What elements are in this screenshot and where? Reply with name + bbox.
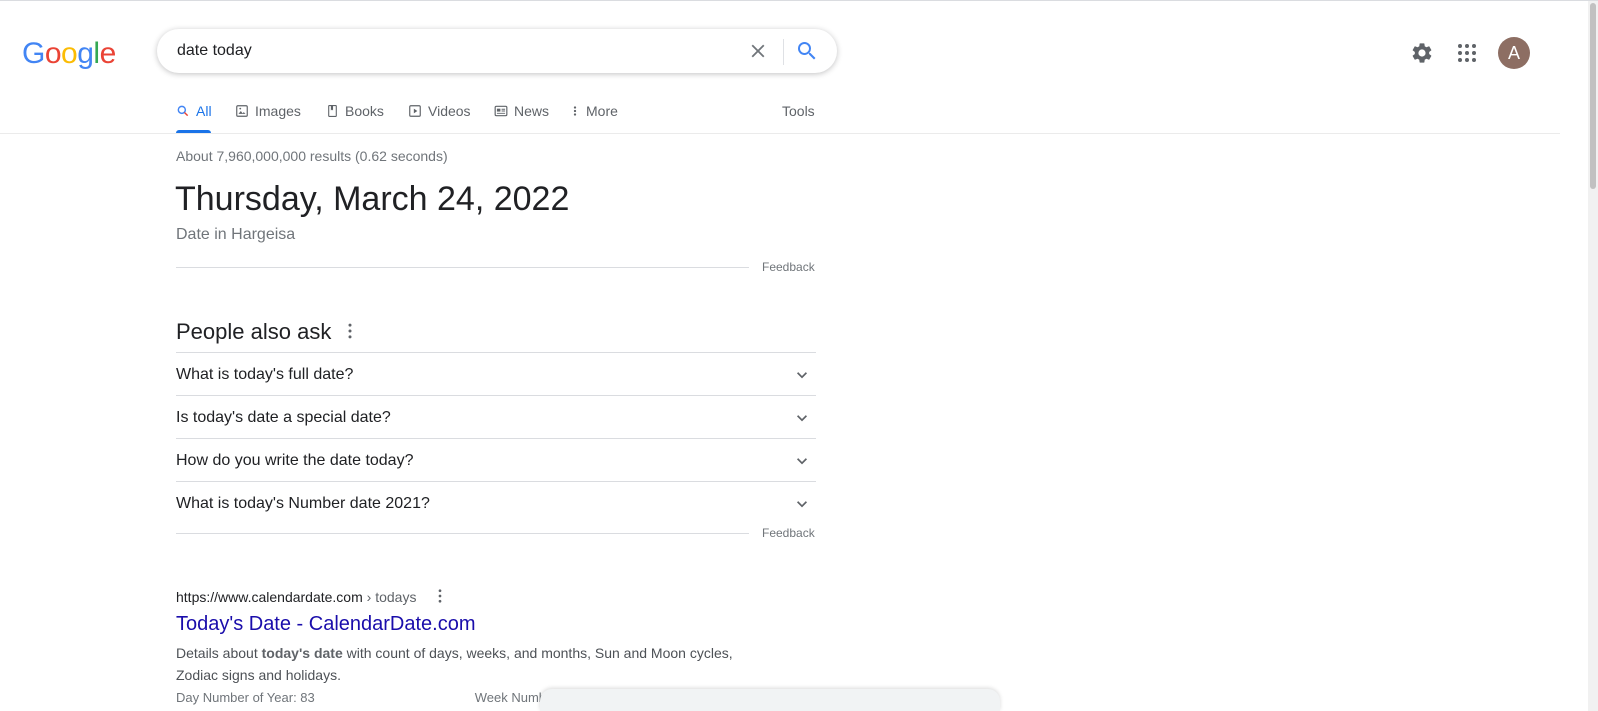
tab-videos[interactable]: Videos [408,103,471,119]
search-icon [177,105,189,117]
paa-question[interactable]: Is today's date a special date? [176,395,816,439]
logo-letter: g [77,37,94,70]
divider [176,267,749,268]
image-icon [236,105,248,117]
result-title-link[interactable]: Today's Date - CalendarDate.com [176,613,476,636]
tab-label: Images [255,103,301,119]
avatar[interactable]: A [1498,37,1530,69]
scrollbar-thumb[interactable] [1590,3,1596,189]
scrollbar[interactable] [1588,1,1598,711]
tab-images[interactable]: Images [235,103,301,119]
result-fact: Day Number of Year: 83 [176,690,315,705]
paa-question-text: How do you write the date today? [176,452,414,469]
result-url-domain: https://www.calendardate.com [176,589,363,605]
paa-question-text: What is today's full date? [176,366,354,383]
tab-label: News [514,103,550,119]
paa-title: People also ask [176,319,332,344]
tab-more[interactable]: More [570,103,618,119]
paa-question-text: What is today's Number date 2021? [176,495,430,512]
tools-label: Tools [782,103,815,119]
bottom-overlay [540,689,1000,711]
book-icon [328,105,337,117]
active-tab-indicator [176,130,211,133]
result-url-crumb: › todays [362,589,417,605]
date-location: Date in Hargeisa [176,226,296,243]
tab-label: Videos [428,103,471,119]
snippet-highlight: today's date [261,645,343,661]
result-stats: About 7,960,000,000 results (0.62 second… [176,148,448,164]
paa-question-text: Is today's date a special date? [176,409,391,426]
search-tabs: All Images Books Videos News More Tools [0,93,1560,134]
search-icon[interactable] [795,39,819,63]
more-vert-icon[interactable] [432,587,448,605]
chevron-down-icon [797,501,807,508]
tab-news[interactable]: News [494,103,549,119]
snippet-text: Details about [176,645,262,661]
logo-letter: o [61,37,78,70]
tools-button[interactable]: Tools [782,103,815,119]
paa-question[interactable]: What is today's Number date 2021? [176,481,816,525]
feedback-link[interactable]: Feedback [762,526,815,540]
logo-letter: G [22,37,45,70]
apps-grid-icon[interactable] [1455,41,1479,65]
clear-icon[interactable] [747,40,769,62]
settings-gear-icon[interactable] [1410,41,1434,65]
tab-label: Books [345,103,384,119]
chevron-down-icon [797,415,807,422]
tab-label: All [196,103,212,119]
video-icon [409,105,421,117]
feedback-link[interactable]: Feedback [762,260,815,274]
paa-question[interactable]: What is today's full date? [176,352,816,396]
news-icon [494,105,508,117]
more-vert-icon[interactable] [340,321,360,341]
search-divider [783,39,784,65]
search-box[interactable]: date today [157,29,837,73]
chevron-down-icon [797,458,807,465]
logo-letter: o [44,37,62,70]
chevron-down-icon [797,372,807,379]
search-input[interactable]: date today [177,42,252,60]
tab-books[interactable]: Books [326,103,384,119]
divider [176,533,749,534]
paa-question[interactable]: How do you write the date today? [176,438,816,482]
date-answer: Thursday, March 24, 2022 [175,180,570,218]
tab-all[interactable]: All [176,103,212,119]
google-logo[interactable]: Google [22,37,116,71]
result-snippet: Details about today's date with count of… [176,642,756,686]
result-url[interactable]: https://www.calendardate.com › todays [176,589,416,605]
tab-label: More [586,103,618,119]
more-vert-icon [573,106,577,116]
logo-letter: e [99,37,117,70]
